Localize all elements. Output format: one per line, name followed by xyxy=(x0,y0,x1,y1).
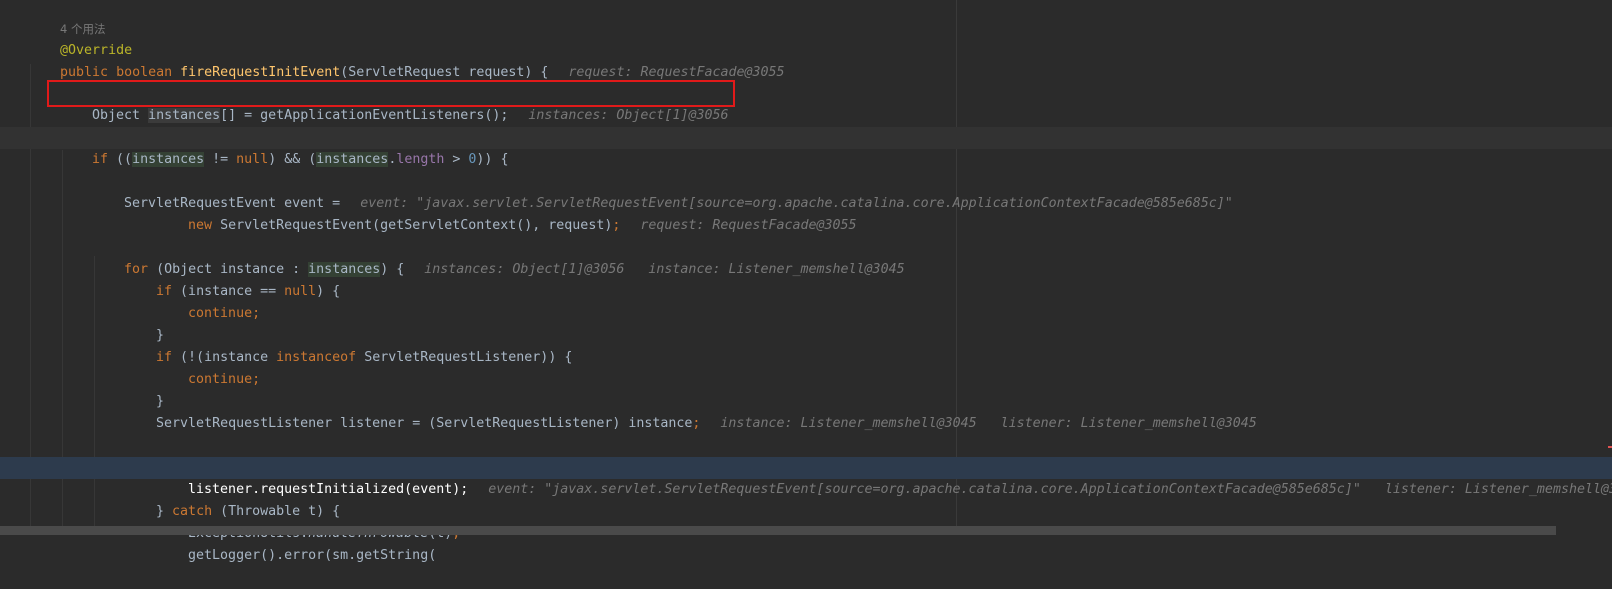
code-line: ExceptionUtils.handleThrowable(t); xyxy=(0,501,1612,541)
error-stripe-marker[interactable] xyxy=(1608,446,1612,448)
keyword-token: new xyxy=(188,218,213,233)
debug-inline-value[interactable]: instance: Listener_memshell@3045 xyxy=(720,416,976,431)
code-line: } xyxy=(0,369,1612,409)
debug-inline-value[interactable]: request: RequestFacade@3055 xyxy=(640,218,856,233)
code-line-caret: if ((instances != null) && (instances.le… xyxy=(0,127,1612,167)
code-text: ServletRequestEvent(getServletContext(),… xyxy=(212,218,613,233)
code-line: new ServletRequestEvent(getServletContex… xyxy=(0,193,1612,233)
variable-token: instances xyxy=(132,152,205,167)
debug-inline-value[interactable]: request: RequestFacade@3055 xyxy=(568,65,784,80)
keyword-token: boolean xyxy=(116,65,173,80)
code-text: (( xyxy=(108,152,133,167)
keyword-token: public xyxy=(60,65,109,80)
code-line: try { xyxy=(0,435,1612,475)
horizontal-scrollbar[interactable] xyxy=(0,526,1556,535)
code-line: continue; xyxy=(0,347,1612,387)
highlight-box xyxy=(47,80,735,107)
code-text: != xyxy=(204,152,237,167)
code-text: [] = getApplicationEventListeners(); xyxy=(220,108,509,123)
semicolon-token: ; xyxy=(612,218,621,233)
usages-hint-line: 4 个用法 xyxy=(0,0,1612,36)
code-line: if (!(instance instanceof ServletRequest… xyxy=(0,325,1612,365)
code-text: Object xyxy=(92,108,149,123)
code-line: public boolean fireRequestInitEvent(Serv… xyxy=(0,40,1612,80)
keyword-token: if xyxy=(92,152,109,167)
code-line: @Override xyxy=(0,18,1612,58)
method-name: fireRequestInitEvent xyxy=(180,65,341,80)
code-line: ServletRequestListener listener = (Servl… xyxy=(0,391,1612,431)
code-text: ) && ( xyxy=(268,152,317,167)
code-text: > xyxy=(444,152,469,167)
code-text: (ServletRequest request) { xyxy=(340,65,549,80)
variable-token: instances xyxy=(148,108,221,123)
code-line: continue; xyxy=(0,281,1612,321)
code-line: if (instance == null) { xyxy=(0,259,1612,299)
code-text: )) { xyxy=(476,152,509,167)
semicolon-token: ; xyxy=(692,416,701,431)
debug-inline-value[interactable]: instances: Object[1]@3056 xyxy=(528,108,728,123)
variable-token: instances xyxy=(316,152,389,167)
code-text: getLogger().error(sm.getString( xyxy=(188,548,437,563)
execution-point-line: listener.requestInitialized(event); event… xyxy=(0,457,1612,497)
code-line: } xyxy=(0,303,1612,343)
keyword-token: null xyxy=(236,152,269,167)
code-line: for (Object instance : instances) {insta… xyxy=(0,237,1612,277)
field-token: length xyxy=(396,152,445,167)
code-editor[interactable]: 4 个用法 @Override public boolean fireReque… xyxy=(0,0,1612,563)
code-line: ServletRequestEvent event = event: "java… xyxy=(0,171,1612,211)
debug-inline-value[interactable]: listener: Listener_memshell@3045 xyxy=(1001,416,1257,431)
code-text: ServletRequestListener listener = (Servl… xyxy=(156,416,693,431)
code-line: } catch (Throwable t) { xyxy=(0,479,1612,519)
